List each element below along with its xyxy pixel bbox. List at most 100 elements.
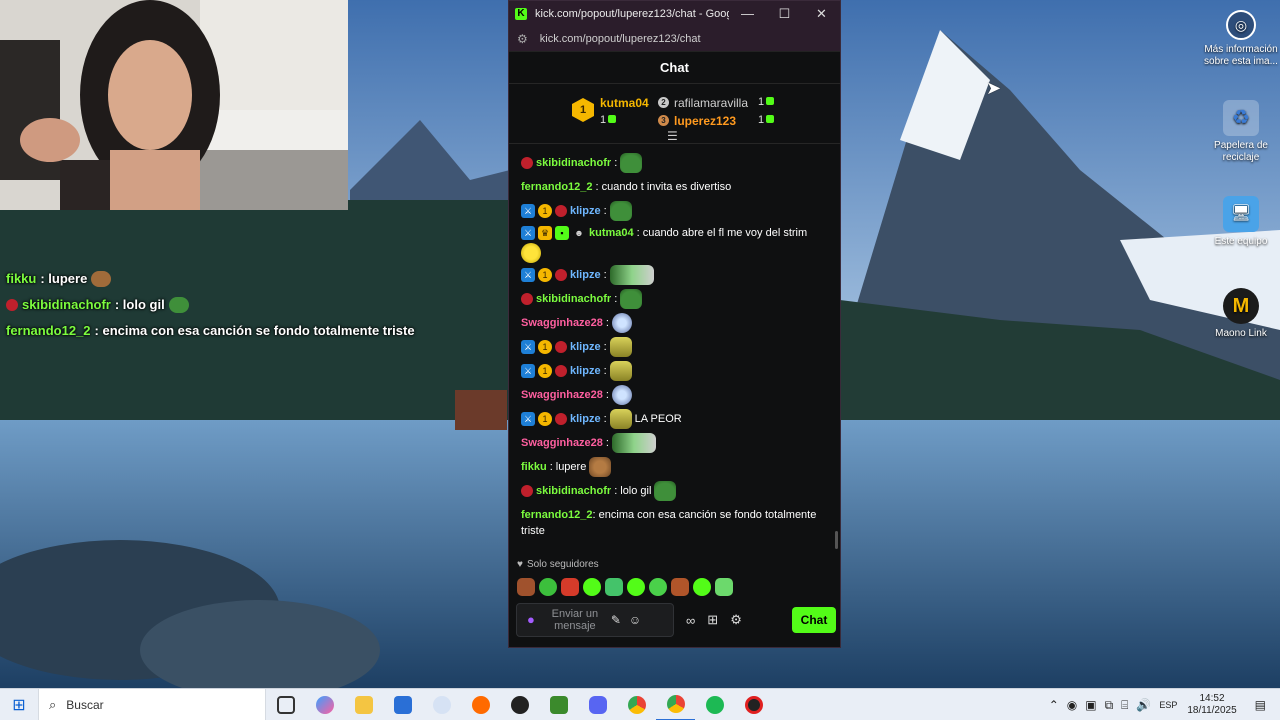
chat-username[interactable]: fernando12_2 xyxy=(521,509,593,521)
chat-username[interactable]: skibidinachofr xyxy=(536,291,611,307)
close-button[interactable]: ✕ xyxy=(803,6,840,22)
leaderboard-first-name[interactable]: kutma04 xyxy=(600,96,649,110)
chat-username[interactable]: klipze xyxy=(570,203,601,219)
quick-emote-icon[interactable] xyxy=(583,578,601,596)
mixed-emote-icon xyxy=(609,265,654,285)
network-icon[interactable]: ⌸ xyxy=(1121,698,1128,713)
minecraft-icon[interactable] xyxy=(539,689,578,720)
box-emote-icon xyxy=(609,337,632,357)
gift-leaderboard: 1 kutma04 1 2 rafilamaravilla 1 3 lupere… xyxy=(509,84,840,144)
chat-message: Swagginhaze28: xyxy=(521,311,833,335)
store-icon[interactable]: ⊞ xyxy=(707,612,718,628)
chat-username[interactable]: Swagginhaze28 xyxy=(521,315,603,331)
quick-emote-icon[interactable] xyxy=(517,578,535,596)
settings-gear-icon[interactable]: ⚙ xyxy=(730,612,742,628)
overlay-message: fernando12_2 : encima con esa canción se… xyxy=(6,318,415,344)
desktop-icon-recycle-bin[interactable]: ♻ Papelera de reciclaje xyxy=(1201,100,1280,164)
taskbar-search-box[interactable]: ⌕ Buscar xyxy=(38,688,266,720)
quick-emote-icon[interactable] xyxy=(605,578,623,596)
copilot-icon[interactable] xyxy=(305,689,344,720)
chat-text: lupere xyxy=(555,461,587,473)
rank-1-badge-icon: 1 xyxy=(572,98,594,122)
chat-username[interactable]: klipze xyxy=(570,339,601,355)
volume-icon[interactable]: 🔊 xyxy=(1136,698,1151,712)
word-icon[interactable] xyxy=(422,689,461,720)
chevron-up-icon[interactable]: ⌃ xyxy=(1049,698,1059,712)
gold-coin-badge-icon: 1 xyxy=(538,412,552,426)
chat-message: fikku: lupere xyxy=(521,455,833,479)
chat-message: fernando12_2: encima con esa canción se … xyxy=(521,509,817,537)
kick-logo-icon: K xyxy=(515,7,527,20)
send-chat-button[interactable]: Chat xyxy=(792,607,836,633)
recording-app-icon[interactable] xyxy=(734,689,773,720)
microphone-icon[interactable]: ● xyxy=(527,613,535,626)
desktop-icon-more-info[interactable]: ◎ Más información sobre esta ima... xyxy=(1201,10,1280,68)
clock[interactable]: 14:52 18/11/2025 xyxy=(1187,693,1236,717)
leaderboard-second-name[interactable]: rafilamaravilla xyxy=(674,96,748,110)
pepe-emote-icon xyxy=(168,297,189,313)
window-titlebar[interactable]: K kick.com/popout/luperez123/chat - Goog… xyxy=(509,1,840,26)
quick-emote-icon[interactable] xyxy=(627,578,645,596)
quick-emote-icon[interactable] xyxy=(561,578,579,596)
chat-username[interactable]: klipze xyxy=(570,363,601,379)
chat-username[interactable]: skibidinachofr xyxy=(536,155,611,171)
chat-username[interactable]: klipze xyxy=(570,411,601,427)
quick-emote-icon[interactable] xyxy=(693,578,711,596)
vip-sword-icon: ⚔ xyxy=(521,268,535,282)
record-icon[interactable]: ◉ xyxy=(1067,698,1077,712)
maximize-button[interactable]: ☐ xyxy=(766,6,803,22)
address-bar[interactable]: ⚙ kick.com/popout/luperez123/chat xyxy=(509,26,840,52)
quick-emote-icon[interactable] xyxy=(715,578,733,596)
notification-icon[interactable]: ▤ xyxy=(1255,698,1266,712)
link-emote-icon[interactable]: ∞ xyxy=(686,613,695,628)
chat-username[interactable]: kutma04 xyxy=(589,225,634,241)
chat-username[interactable]: Swagginhaze28 xyxy=(521,435,603,451)
chat-username[interactable]: klipze xyxy=(570,267,601,283)
chat-username[interactable]: skibidinachofr xyxy=(536,483,611,499)
chat-username[interactable]: Swagginhaze28 xyxy=(521,387,603,403)
desktop-icon-label: Papelera de reciclaje xyxy=(1214,140,1268,163)
quick-emote-icon[interactable] xyxy=(649,578,667,596)
chrome-icon[interactable] xyxy=(617,689,656,720)
start-button[interactable]: ⊞ xyxy=(0,695,38,715)
text-format-icon[interactable]: ✎ xyxy=(611,614,621,626)
collapse-leaderboard-icon[interactable]: ☰ xyxy=(667,130,678,142)
site-settings-icon[interactable]: ⚙ xyxy=(517,32,528,46)
chat-message-input[interactable]: ● Enviar un mensaje ✎ ☺ xyxy=(516,603,674,637)
clock-date: 18/11/2025 xyxy=(1187,705,1237,716)
tray-app-icon[interactable]: ▣ xyxy=(1085,698,1096,712)
rank-3-badge-icon: 3 xyxy=(658,115,669,126)
discord-icon[interactable] xyxy=(578,689,617,720)
task-view-icon[interactable] xyxy=(266,689,305,720)
vip-sword-icon: ⚔ xyxy=(521,340,535,354)
vip-sword-icon: ⚔ xyxy=(521,412,535,426)
chat-text: LA PEOR xyxy=(634,413,682,425)
chat-username[interactable]: fikku xyxy=(521,459,547,475)
overlay-username: skibidinachofr xyxy=(22,297,111,312)
chat-scrollbar[interactable] xyxy=(835,531,838,549)
overlay-message: skibidinachofr : lolo gil xyxy=(6,292,415,318)
followers-only-label: Solo seguidores xyxy=(526,559,599,570)
chat-message: skibidinachofr: xyxy=(521,151,833,175)
recycle-bin-icon: ♻ xyxy=(1223,100,1259,136)
microsoft-store-icon[interactable] xyxy=(383,689,422,720)
quick-emote-bar xyxy=(517,578,733,596)
chat-username[interactable]: fernando12_2 xyxy=(521,179,593,195)
leaderboard-third-name[interactable]: luperez123 xyxy=(674,114,736,128)
desktop-icon-maono-link[interactable]: M Maono Link xyxy=(1201,288,1280,340)
chat-message-list[interactable]: skibidinachofr: fernando12_2: cuando t i… xyxy=(521,151,833,539)
obs-icon[interactable] xyxy=(500,689,539,720)
orange-app-icon[interactable] xyxy=(461,689,500,720)
usb-icon[interactable]: ⧉ xyxy=(1105,698,1114,713)
desktop-icon-this-pc[interactable]: 🖥 Este equipo xyxy=(1201,196,1280,248)
language-indicator[interactable]: ESP xyxy=(1159,700,1177,710)
chrome-active-icon[interactable] xyxy=(656,689,695,720)
quick-emote-icon[interactable] xyxy=(671,578,689,596)
quick-emote-icon[interactable] xyxy=(539,578,557,596)
bot-badge-icon: ☻ xyxy=(574,228,584,238)
emoji-icon[interactable]: ☺ xyxy=(629,614,641,626)
minimize-button[interactable]: — xyxy=(729,6,766,21)
gift-icon xyxy=(766,97,775,105)
spotify-icon[interactable] xyxy=(695,689,734,720)
file-explorer-icon[interactable] xyxy=(344,689,383,720)
